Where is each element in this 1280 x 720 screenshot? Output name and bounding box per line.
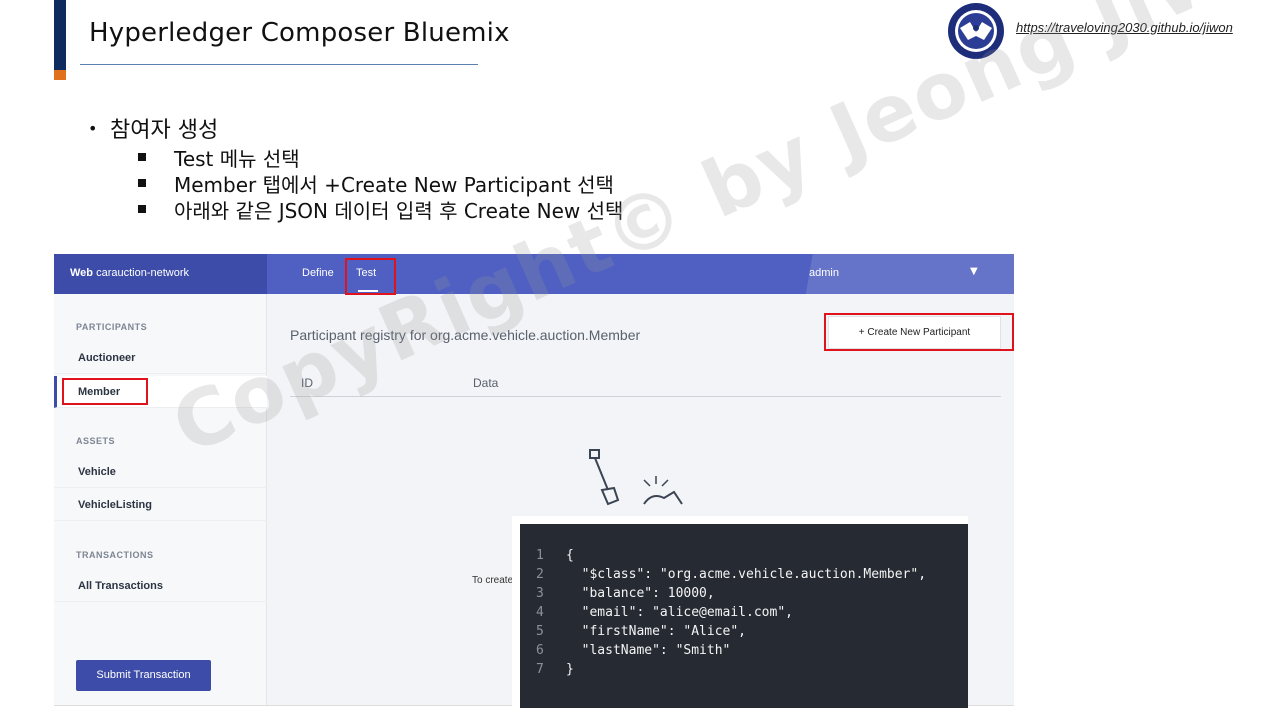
highlight-test-tab [345, 258, 396, 295]
code-line: 1{ [536, 546, 926, 565]
chevron-down-icon[interactable]: ▼ [970, 266, 978, 277]
sidebar-section-assets: ASSETS [76, 436, 116, 446]
sub-bullet: Member 탭에서 +Create New Participant 선택 [138, 170, 623, 197]
bullet-main: • 참여자 생성 [88, 112, 623, 144]
table-header-divider [290, 396, 1001, 397]
code-text: "firstName": "Alice", [566, 624, 747, 639]
title-underline [80, 64, 478, 65]
slide-accent-bar [54, 0, 66, 80]
code-line: 3 "balance": 10000, [536, 584, 926, 603]
sidebar-item-auctioneer[interactable]: Auctioneer [54, 342, 267, 374]
sidebar-section-participants: PARTICIPANTS [76, 322, 148, 332]
column-header-id: ID [301, 376, 313, 390]
line-number: 6 [536, 643, 544, 658]
bullet-main-text: 참여자 생성 [110, 118, 219, 143]
json-code-block: 1{ 2 "$class": "org.acme.vehicle.auction… [512, 516, 968, 708]
line-number: 4 [536, 605, 544, 620]
app-topbar: Web carauction-network Define Test admin… [54, 254, 1014, 294]
square-bullet-icon [138, 205, 146, 213]
sidebar-item-all-transactions[interactable]: All Transactions [54, 570, 267, 602]
sidebar: PARTICIPANTS Auctioneer Member ASSETS Ve… [54, 294, 267, 705]
registry-title: Participant registry for org.acme.vehicl… [290, 327, 641, 343]
topbar-decoration [674, 254, 1014, 294]
sidebar-section-transactions: TRANSACTIONS [76, 550, 154, 560]
sub-bullet: 아래와 같은 JSON 데이터 입력 후 Create New 선택 [138, 196, 624, 223]
sub-bullet: Test 메뉴 선택 [138, 144, 623, 171]
line-number: 1 [536, 548, 544, 563]
sidebar-item-vehiclelisting[interactable]: VehicleListing [54, 489, 267, 521]
slide-title: Hyperledger Composer Bluemix [89, 18, 510, 48]
slide-accent-mark [54, 70, 66, 80]
sub-bullet-text: Test 메뉴 선택 [174, 146, 300, 171]
empty-state-hint: To create [472, 575, 514, 586]
code-text: { [566, 548, 574, 563]
app-brand[interactable]: Web carauction-network [54, 254, 267, 294]
code-line: 6 "lastName": "Smith" [536, 641, 926, 660]
code-line: 2 "$class": "org.acme.vehicle.auction.Me… [536, 565, 926, 584]
source-url-link[interactable]: https://traveloving2030.github.io/jiwon [1016, 20, 1233, 35]
code-line: 5 "firstName": "Alice", [536, 622, 926, 641]
line-number: 2 [536, 567, 544, 582]
code-text: "balance": 10000, [566, 586, 715, 601]
sidebar-item-vehicle[interactable]: Vehicle [54, 456, 267, 488]
brand-web-label: Web [70, 267, 94, 279]
sub-bullet-text: 아래와 같은 JSON 데이터 입력 후 Create New 선택 [174, 198, 624, 223]
user-menu-label[interactable]: admin [809, 267, 839, 279]
code-text: "email": "alice@email.com", [566, 605, 793, 620]
square-bullet-icon [138, 153, 146, 161]
empty-state-shovel-icon [589, 449, 683, 506]
highlight-member-item [62, 378, 148, 405]
sub-bullet-text: Member 탭에서 +Create New Participant 선택 [174, 172, 614, 197]
code-text: "$class": "org.acme.vehicle.auction.Memb… [566, 567, 927, 582]
tab-define[interactable]: Define [302, 267, 334, 279]
square-bullet-icon [138, 179, 146, 187]
column-header-data: Data [473, 376, 499, 390]
line-number: 7 [536, 662, 544, 677]
line-number: 3 [536, 586, 544, 601]
bullet-list: • 참여자 생성 Test 메뉴 선택 Member 탭에서 +Create N… [88, 112, 624, 223]
line-number: 5 [536, 624, 544, 639]
submit-transaction-button[interactable]: Submit Transaction [76, 660, 211, 691]
bullet-dot-icon: • [88, 118, 98, 138]
university-seal-logo [948, 3, 1004, 59]
code-text: } [566, 662, 574, 677]
highlight-create-participant [824, 313, 1014, 351]
code-line: 4 "email": "alice@email.com", [536, 603, 926, 622]
code-text: "lastName": "Smith" [566, 643, 731, 658]
network-name: carauction-network [96, 267, 190, 279]
code-line: 7} [536, 660, 926, 679]
